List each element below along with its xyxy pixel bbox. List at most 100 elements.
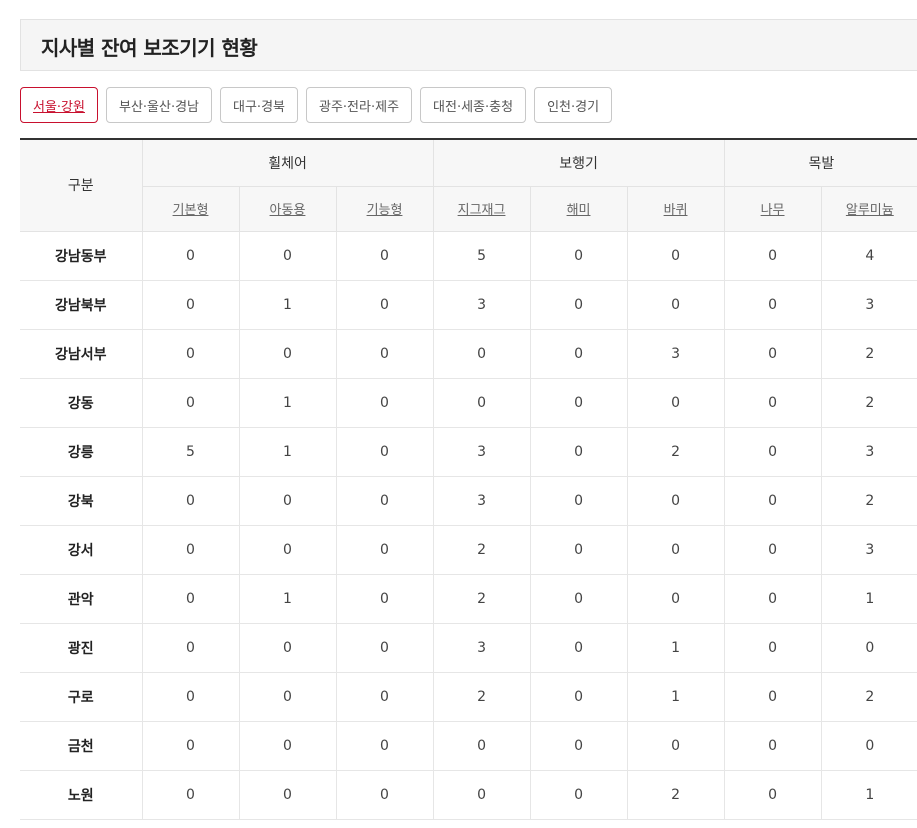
table-cell: 0 xyxy=(141,721,239,771)
table-row: 구로 0 0 0 2 0 1 0 2 xyxy=(20,672,917,722)
table-cell: 0 xyxy=(335,525,434,575)
row-label-branch: 금천 xyxy=(20,721,142,771)
table-cell: 0 xyxy=(141,329,239,379)
column-header-link[interactable]: 기본형 xyxy=(173,203,209,218)
table-cell: 0 xyxy=(529,280,628,330)
table-cell: 0 xyxy=(141,476,239,526)
table-cell: 0 xyxy=(820,721,917,771)
table-cell: 0 xyxy=(723,476,822,526)
row-label-branch: 노원 xyxy=(20,770,142,820)
column-header: 바퀴 xyxy=(626,186,725,232)
table-row: 강북 0 0 0 3 0 0 0 2 xyxy=(20,476,917,526)
tab-region-1[interactable]: 서울·강원 xyxy=(20,87,98,123)
column-header-link[interactable]: 해미 xyxy=(567,203,591,218)
table-cell: 0 xyxy=(335,280,434,330)
table-header: 구분 휠체어 보행기 목발 기본형 아동용 기능형 지그재그 해미 바퀴 나무 알루미늄 xyxy=(20,140,917,232)
row-label-branch: 강동 xyxy=(20,378,142,428)
group-header: 목발 xyxy=(723,140,917,187)
table-cell: 0 xyxy=(723,574,822,624)
table-row: 금천 0 0 0 0 0 0 0 0 xyxy=(20,721,917,771)
table-cell: 1 xyxy=(626,623,725,673)
table-cell: 0 xyxy=(723,280,822,330)
table-cell: 0 xyxy=(238,770,336,820)
table-row: 강릉 5 1 0 3 0 2 0 3 xyxy=(20,427,917,477)
table-row: 강남동부 0 0 0 5 0 0 0 4 xyxy=(20,231,917,281)
table-cell: 0 xyxy=(335,329,434,379)
region-tabs: 서울·강원 부산·울산·경남 대구·경북 광주·전라·제주 대전·세종·충청 인천·경기 xyxy=(20,87,620,123)
table-cell: 5 xyxy=(432,231,531,281)
column-header-link[interactable]: 지그재그 xyxy=(458,203,506,218)
table-cell: 0 xyxy=(238,623,336,673)
table-cell: 3 xyxy=(432,280,531,330)
table-cell: 0 xyxy=(529,378,628,428)
table-cell: 0 xyxy=(141,378,239,428)
tab-region-3[interactable]: 대구·경북 xyxy=(220,87,298,123)
tab-region-5[interactable]: 대전·세종·충청 xyxy=(420,87,527,123)
row-header-label: 구분 xyxy=(20,140,142,232)
column-header: 기능형 xyxy=(335,186,434,232)
row-label-branch: 강남북부 xyxy=(20,280,142,330)
column-header-link[interactable]: 기능형 xyxy=(367,203,403,218)
table-cell: 2 xyxy=(820,329,917,379)
table-cell: 0 xyxy=(626,525,725,575)
table-cell: 2 xyxy=(626,427,725,477)
row-label-branch: 강서 xyxy=(20,525,142,575)
column-header-link[interactable]: 아동용 xyxy=(270,203,306,218)
table-cell: 0 xyxy=(626,721,725,771)
table-cell: 0 xyxy=(141,623,239,673)
table-cell: 0 xyxy=(529,770,628,820)
table-cell: 4 xyxy=(820,231,917,281)
table-cell: 2 xyxy=(432,525,531,575)
column-header: 기본형 xyxy=(141,186,239,232)
table-cell: 0 xyxy=(141,672,239,722)
table-cell: 0 xyxy=(432,721,531,771)
table-cell: 2 xyxy=(626,770,725,820)
inventory-table: 구분 휠체어 보행기 목발 기본형 아동용 기능형 지그재그 해미 바퀴 나무 알루미늄 강남동부 0 0… xyxy=(20,140,917,820)
header-row-columns: 기본형 아동용 기능형 지그재그 해미 바퀴 나무 알루미늄 xyxy=(20,186,917,232)
table-cell: 0 xyxy=(626,231,725,281)
table-cell: 0 xyxy=(723,525,822,575)
table-cell: 0 xyxy=(238,525,336,575)
column-header: 나무 xyxy=(723,186,822,232)
tab-region-2[interactable]: 부산·울산·경남 xyxy=(105,87,213,123)
table-row: 강남서부 0 0 0 0 0 3 0 2 xyxy=(20,329,917,379)
table-cell: 0 xyxy=(626,280,725,330)
table-cell: 0 xyxy=(432,770,531,820)
table-row: 광진 0 0 0 3 0 1 0 0 xyxy=(20,623,917,673)
table-cell: 3 xyxy=(626,329,725,379)
table-cell: 0 xyxy=(335,231,434,281)
table-cell: 2 xyxy=(820,672,917,722)
column-header-link[interactable]: 나무 xyxy=(761,203,785,218)
tab-region-6[interactable]: 인천·경기 xyxy=(534,87,613,123)
row-label-branch: 강남동부 xyxy=(20,231,142,281)
table-cell: 1 xyxy=(238,280,336,330)
table-cell: 1 xyxy=(820,574,917,624)
table-cell: 0 xyxy=(626,574,725,624)
table-cell: 0 xyxy=(335,574,434,624)
table-cell: 1 xyxy=(238,427,336,477)
page: 지사별 잔여 보조기기 현황 서울·강원 부산·울산·경남 대구·경북 광주·전라·제… xyxy=(0,0,917,828)
table-cell: 3 xyxy=(432,427,531,477)
column-header: 해미 xyxy=(529,186,628,232)
table-cell: 2 xyxy=(820,476,917,526)
table-cell: 0 xyxy=(626,378,725,428)
column-header-link[interactable]: 알루미늄 xyxy=(846,203,894,218)
tab-region-4[interactable]: 광주·전라·제주 xyxy=(306,87,413,123)
row-label-branch: 광진 xyxy=(20,623,142,673)
table-cell: 0 xyxy=(723,623,822,673)
row-label-branch: 강북 xyxy=(20,476,142,526)
table-cell: 0 xyxy=(723,427,822,477)
table-cell: 1 xyxy=(820,770,917,820)
table-cell: 0 xyxy=(335,770,434,820)
table-row: 강동 0 1 0 0 0 0 0 2 xyxy=(20,378,917,428)
table-cell: 0 xyxy=(723,231,822,281)
table-cell: 0 xyxy=(723,378,822,428)
table-cell: 0 xyxy=(335,623,434,673)
table-cell: 2 xyxy=(820,378,917,428)
group-header: 보행기 xyxy=(432,140,725,187)
column-header-link[interactable]: 바퀴 xyxy=(664,203,688,218)
column-header: 알루미늄 xyxy=(820,186,917,232)
table-cell: 5 xyxy=(141,427,239,477)
table-cell: 0 xyxy=(820,623,917,673)
table-cell: 0 xyxy=(335,672,434,722)
